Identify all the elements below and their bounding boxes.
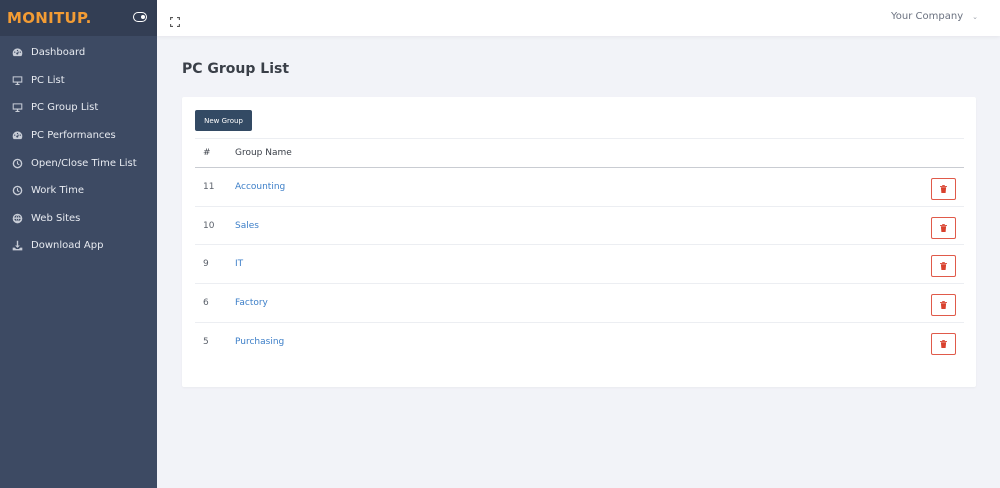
table-row: 10 Sales: [195, 207, 964, 246]
delete-button[interactable]: [931, 178, 956, 200]
topbar: Your Company ⌄: [157, 0, 1000, 36]
trash-icon: [940, 301, 947, 309]
sidebar-item-label: Dashboard: [31, 47, 86, 59]
group-name-link[interactable]: Purchasing: [235, 337, 284, 347]
sidebar-item-open-close-time-list[interactable]: Open/Close Time List: [0, 149, 157, 177]
row-id: 9: [203, 259, 209, 270]
row-id: 6: [203, 297, 209, 308]
sidebar-item-label: PC Performances: [31, 130, 116, 142]
sidebar-item-label: Download App: [31, 240, 104, 252]
trash-icon: [940, 185, 947, 193]
clock-icon: [12, 158, 23, 169]
chevron-down-icon: ⌄: [972, 12, 978, 21]
table-row: 11 Accounting: [195, 168, 964, 207]
row-id: 10: [203, 220, 215, 231]
row-id: 11: [203, 181, 215, 192]
delete-button[interactable]: [931, 216, 956, 239]
new-group-button[interactable]: New Group: [195, 110, 252, 131]
sidebar-nav: Dashboard PC List PC Group List PC Perfo…: [0, 36, 157, 260]
download-icon: [12, 240, 23, 251]
sidebar-item-dashboard[interactable]: Dashboard: [0, 39, 157, 67]
delete-button[interactable]: [931, 332, 956, 355]
gauge-icon: [12, 130, 23, 141]
company-name: Your Company: [891, 11, 964, 22]
trash-icon: [940, 223, 947, 232]
table-row: 6 Factory: [195, 284, 964, 323]
sidebar: MONITUP. Dashboard PC List PC Group List: [0, 0, 157, 488]
group-name-link[interactable]: IT: [235, 259, 243, 269]
delete-button[interactable]: [931, 255, 956, 278]
clock-icon: [12, 185, 23, 196]
delete-button[interactable]: [931, 294, 956, 317]
sidebar-item-pc-list[interactable]: PC List: [0, 67, 157, 95]
trash-icon: [940, 339, 947, 348]
fullscreen-icon[interactable]: [170, 12, 180, 27]
table-row: 5 Purchasing: [195, 323, 964, 362]
column-header-id: #: [203, 148, 211, 158]
trash-icon: [940, 262, 947, 271]
brand-logo[interactable]: MONITUP.: [7, 9, 92, 27]
sidebar-item-label: Web Sites: [31, 212, 81, 224]
globe-icon: [12, 213, 23, 224]
sidebar-item-pc-group-list[interactable]: PC Group List: [0, 94, 157, 122]
page-title: PC Group List: [182, 61, 290, 77]
group-name-link[interactable]: Accounting: [235, 182, 285, 192]
group-table: # Group Name 11 Accounting 10 Sales 9 IT: [195, 138, 964, 361]
sidebar-item-label: PC List: [31, 74, 65, 86]
monitor-icon: [12, 75, 23, 86]
sidebar-item-label: Open/Close Time List: [31, 157, 137, 169]
sidebar-item-pc-performances[interactable]: PC Performances: [0, 122, 157, 150]
sidebar-item-label: PC Group List: [31, 102, 99, 114]
sidebar-item-label: Work Time: [31, 185, 84, 197]
sidebar-item-work-time[interactable]: Work Time: [0, 177, 157, 205]
dashboard-icon: [12, 47, 23, 58]
table-header: # Group Name: [195, 138, 964, 168]
group-list-card: New Group # Group Name 11 Accounting 10 …: [182, 97, 976, 387]
column-header-group-name: Group Name: [235, 148, 292, 158]
table-row: 9 IT: [195, 245, 964, 285]
sidebar-toggle-icon[interactable]: [133, 12, 147, 22]
sidebar-item-web-sites[interactable]: Web Sites: [0, 205, 157, 233]
group-name-link[interactable]: Sales: [235, 221, 259, 231]
company-dropdown[interactable]: Your Company ⌄: [891, 11, 978, 22]
monitor-icon: [12, 102, 23, 113]
row-id: 5: [203, 337, 209, 348]
group-name-link[interactable]: Factory: [235, 298, 268, 308]
brand-bar: MONITUP.: [0, 0, 157, 36]
sidebar-item-download-app[interactable]: Download App: [0, 232, 157, 260]
